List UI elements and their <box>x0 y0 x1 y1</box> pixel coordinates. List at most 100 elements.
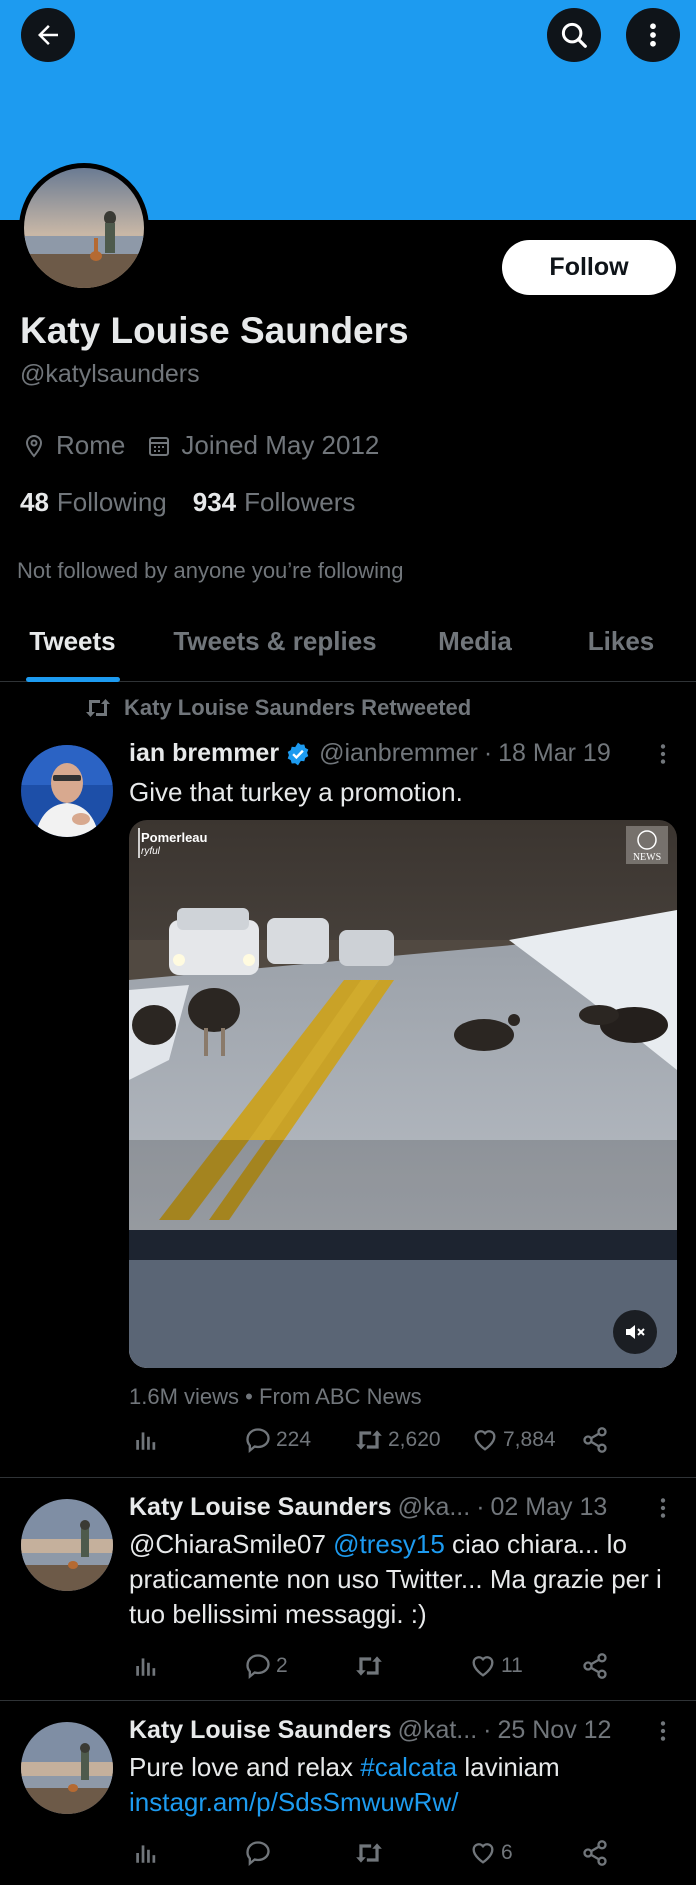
avatar-photo <box>21 745 113 837</box>
like-count: 7,884 <box>503 1428 556 1451</box>
tweet-actions: 2 11 <box>129 1649 649 1683</box>
retweet-icon <box>356 1656 382 1676</box>
location-text: Rome <box>56 430 126 460</box>
reply-button[interactable] <box>244 1836 276 1870</box>
location: Rome <box>22 430 125 461</box>
tweet-date: 02 May 13 <box>490 1493 608 1521</box>
tweet-actions: 6 <box>129 1836 649 1870</box>
like-icon <box>474 1430 496 1451</box>
video-views: 1.6M views • From ABC News <box>129 1384 422 1410</box>
tweet-text: Pure love and relax #calcata laviniam in… <box>129 1750 669 1820</box>
analytics-icon <box>136 1432 156 1450</box>
like-count: 11 <box>501 1654 523 1677</box>
separator-dot: · <box>483 739 493 767</box>
followers-label: Followers <box>244 487 356 517</box>
share-icon <box>583 1653 607 1679</box>
tweet-more-icon[interactable] <box>650 741 676 767</box>
tab-media[interactable]: Media <box>425 620 525 682</box>
reply-button[interactable]: 224 <box>244 1423 311 1457</box>
profile-name: Katy Louise Saunders <box>20 310 409 351</box>
tab-tweets[interactable]: Tweets <box>20 620 125 682</box>
video-frame: Pomerleau ryful NEWS <box>129 820 677 1368</box>
more-options-button[interactable] <box>626 8 680 62</box>
tweet-actions: 224 2,620 7,884 <box>129 1423 649 1457</box>
mute-button[interactable] <box>613 1310 657 1354</box>
like-count: 6 <box>501 1841 513 1864</box>
view-count: 1.6M views <box>129 1384 240 1409</box>
tweet-date: 18 Mar 19 <box>498 739 611 767</box>
profile-avatar[interactable] <box>19 163 149 293</box>
not-followed-note: Not followed by anyone you’re following <box>17 558 404 583</box>
url-link[interactable]: instagr.am/p/SdsSmwuwRw/ <box>129 1787 458 1817</box>
retweet-icon <box>356 1843 382 1863</box>
retweet-icon <box>356 1430 382 1450</box>
author-handle: @kat... <box>397 1716 478 1744</box>
joined-text: Joined May 2012 <box>181 430 380 460</box>
mention[interactable]: @ChiaraSmile07 <box>129 1529 326 1559</box>
tweet-more-icon[interactable] <box>650 1495 676 1521</box>
following-count: 48 <box>20 487 49 517</box>
followers-count: 934 <box>192 487 237 517</box>
share-icon <box>583 1427 607 1453</box>
author-name[interactable]: Katy Louise Saunders <box>129 1716 392 1745</box>
like-icon <box>472 1843 494 1864</box>
tab-likes[interactable]: Likes <box>580 620 662 682</box>
tab-label: Likes <box>587 626 655 656</box>
search-button[interactable] <box>547 8 601 62</box>
tab-tweets-replies[interactable]: Tweets & replies <box>168 620 382 682</box>
location-pin-icon <box>25 434 43 458</box>
following-label: Following <box>56 487 167 517</box>
tweet-more-icon[interactable] <box>650 1718 676 1744</box>
back-arrow-icon <box>38 25 58 45</box>
analytics-button[interactable] <box>133 1836 163 1870</box>
share-button[interactable] <box>581 1649 613 1683</box>
reply-count: 224 <box>276 1428 312 1451</box>
retweet-button[interactable]: 2,620 <box>354 1423 441 1457</box>
tweet-body: Pure love and relax <box>129 1752 354 1782</box>
avatar-photo <box>21 1499 113 1591</box>
tweet[interactable]: Katy Louise Saunders @ka... · 02 May 13 … <box>0 1479 696 1701</box>
retweeted-by-text: Katy Louise Saunders Retweeted <box>124 695 472 720</box>
retweet-label: Katy Louise Saunders Retweeted <box>84 695 471 721</box>
author-avatar[interactable] <box>21 745 113 837</box>
retweet-button[interactable] <box>354 1836 388 1870</box>
profile-handle: @katylsaunders <box>20 360 200 388</box>
reply-icon <box>246 1841 270 1866</box>
tab-label: Media <box>438 626 512 656</box>
tweet-video[interactable]: Pomerleau ryful NEWS <box>129 820 677 1368</box>
mention-link[interactable]: @tresy15 <box>333 1529 445 1559</box>
tweet-text: Give that turkey a promotion. <box>129 777 463 807</box>
like-icon <box>472 1656 494 1677</box>
analytics-button[interactable] <box>133 1649 163 1683</box>
author-avatar[interactable] <box>21 1499 113 1591</box>
reply-icon <box>246 1654 270 1679</box>
like-button[interactable]: 11 <box>469 1649 523 1683</box>
tweet[interactable]: Katy Louise Saunders @kat... · 25 Nov 12… <box>0 1702 696 1885</box>
analytics-icon <box>136 1845 156 1863</box>
separator-dot: · <box>476 1493 485 1521</box>
verified-badge-icon <box>287 742 309 765</box>
analytics-button[interactable] <box>133 1423 163 1457</box>
hashtag-link[interactable]: #calcata <box>360 1752 457 1782</box>
back-button[interactable] <box>21 8 75 62</box>
like-button[interactable]: 7,884 <box>471 1423 556 1457</box>
profile-tabs: Tweets Tweets & replies Media Likes <box>0 620 696 682</box>
like-button[interactable]: 6 <box>469 1836 513 1870</box>
retweet-button[interactable] <box>354 1649 388 1683</box>
followers-link[interactable]: 934 Followers <box>193 487 356 518</box>
reply-count: 2 <box>276 1654 288 1677</box>
author-avatar[interactable] <box>21 1722 113 1814</box>
share-button[interactable] <box>581 1423 613 1457</box>
following-link[interactable]: 48 Following <box>20 487 167 518</box>
tweet-header: Katy Louise Saunders @ka... · 02 May 13 <box>129 1493 607 1522</box>
author-name[interactable]: ian bremmer <box>129 739 279 768</box>
joined-date: Joined May 2012 <box>147 430 379 461</box>
mute-icon <box>626 1325 645 1339</box>
tweet-header: Katy Louise Saunders @kat... · 25 Nov 12 <box>129 1716 611 1745</box>
reply-button[interactable]: 2 <box>244 1649 288 1683</box>
author-name[interactable]: Katy Louise Saunders <box>129 1493 392 1522</box>
search-icon <box>561 22 587 48</box>
share-button[interactable] <box>581 1836 613 1870</box>
follow-button[interactable]: Follow <box>502 240 676 295</box>
tweet-date: 25 Nov 12 <box>497 1716 612 1744</box>
